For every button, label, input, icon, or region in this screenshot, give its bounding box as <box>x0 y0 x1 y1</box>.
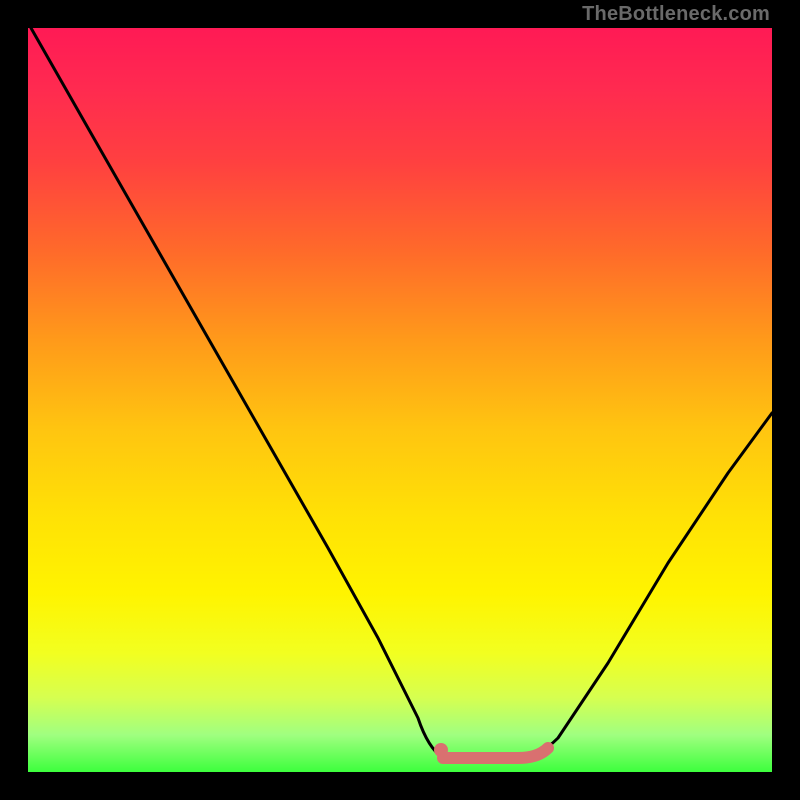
marker-dot <box>434 743 448 757</box>
plot-area <box>28 28 772 772</box>
bottleneck-curve <box>28 28 772 772</box>
flat-segment <box>443 748 548 758</box>
chart-container: TheBottleneck.com <box>0 0 800 800</box>
watermark-text: TheBottleneck.com <box>582 3 770 26</box>
curve-path <box>31 28 772 758</box>
